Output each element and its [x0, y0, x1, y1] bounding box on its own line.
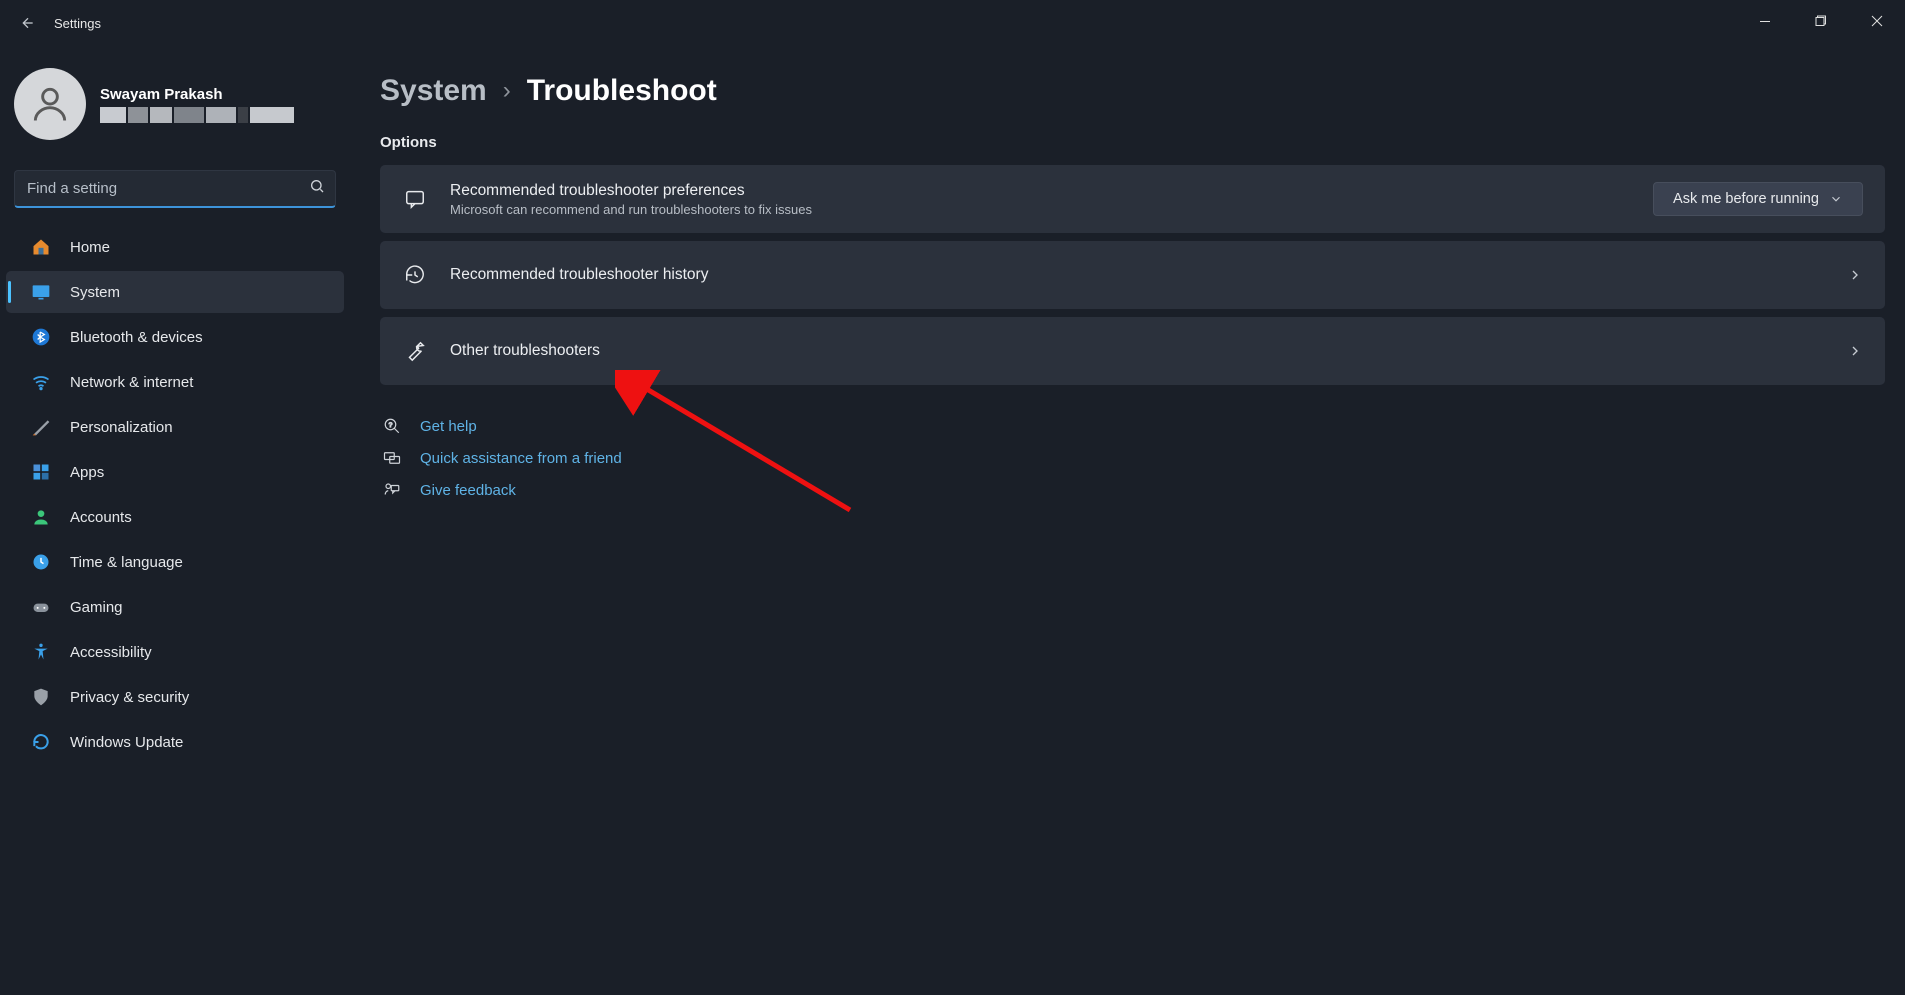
profile-name: Swayam Prakash: [100, 86, 294, 103]
nav-label: Bluetooth & devices: [70, 329, 203, 346]
wrench-icon: [402, 338, 428, 364]
titlebar: Settings: [0, 0, 1905, 46]
nav-network[interactable]: Network & internet: [6, 361, 344, 403]
maximize-icon: [1815, 15, 1827, 27]
main-content: System › Troubleshoot Options Recommende…: [350, 46, 1905, 995]
card-subtitle: Microsoft can recommend and run troubles…: [450, 202, 812, 217]
card-title: Recommended troubleshooter history: [450, 266, 708, 284]
options-list: Recommended troubleshooter preferences M…: [380, 165, 1885, 385]
brush-icon: [30, 416, 52, 438]
section-heading: Options: [380, 134, 1885, 151]
link-feedback[interactable]: Give feedback: [380, 481, 1885, 499]
nav-system[interactable]: System: [6, 271, 344, 313]
profile-email-redacted: [100, 107, 294, 123]
nav-label: Windows Update: [70, 734, 183, 751]
nav-privacy[interactable]: Privacy & security: [6, 676, 344, 718]
nav-label: Accounts: [70, 509, 132, 526]
breadcrumb-separator-icon: ›: [503, 77, 511, 105]
home-icon: [30, 236, 52, 258]
breadcrumb: System › Troubleshoot: [380, 74, 1885, 108]
nav-label: Accessibility: [70, 644, 152, 661]
card-other-troubleshooters[interactable]: Other troubleshooters: [380, 317, 1885, 385]
nav-label: Time & language: [70, 554, 183, 571]
minimize-button[interactable]: [1737, 1, 1793, 41]
nav-gaming[interactable]: Gaming: [6, 586, 344, 628]
card-troubleshooter-prefs[interactable]: Recommended troubleshooter preferences M…: [380, 165, 1885, 233]
card-right: [1847, 267, 1863, 283]
clock-icon: [30, 551, 52, 573]
message-icon: [402, 186, 428, 212]
wifi-icon: [30, 371, 52, 393]
link-label: Give feedback: [420, 482, 516, 499]
accounts-icon: [30, 506, 52, 528]
nav-personalization[interactable]: Personalization: [6, 406, 344, 448]
prefs-dropdown[interactable]: Ask me before running: [1653, 182, 1863, 216]
minimize-icon: [1759, 15, 1771, 27]
link-label: Get help: [420, 418, 477, 435]
person-icon: [28, 82, 72, 126]
svg-text:?: ?: [389, 422, 393, 429]
app-layout: Swayam Prakash Home: [0, 46, 1905, 995]
card-right: Ask me before running: [1653, 182, 1863, 216]
arrow-left-icon: [20, 15, 36, 31]
screens-icon: [380, 449, 404, 467]
update-icon: [30, 731, 52, 753]
chevron-right-icon: [1847, 343, 1863, 359]
nav-label: Privacy & security: [70, 689, 189, 706]
link-get-help[interactable]: ? Get help: [380, 417, 1885, 435]
gaming-icon: [30, 596, 52, 618]
back-button[interactable]: [8, 3, 48, 43]
card-right: [1847, 343, 1863, 359]
nav-label: Apps: [70, 464, 104, 481]
dropdown-value: Ask me before running: [1673, 191, 1819, 207]
help-links: ? Get help Quick assistance from a frien…: [380, 417, 1885, 499]
profile-block[interactable]: Swayam Prakash: [0, 60, 350, 148]
link-quick-assist[interactable]: Quick assistance from a friend: [380, 449, 1885, 467]
chevron-down-icon: [1829, 192, 1843, 206]
breadcrumb-current: Troubleshoot: [527, 74, 717, 108]
nav-home[interactable]: Home: [6, 226, 344, 268]
system-icon: [30, 281, 52, 303]
link-label: Quick assistance from a friend: [420, 450, 622, 467]
profile-info: Swayam Prakash: [100, 86, 294, 123]
breadcrumb-parent[interactable]: System: [380, 74, 487, 108]
feedback-icon: [380, 481, 404, 499]
nav-label: Gaming: [70, 599, 123, 616]
history-icon: [402, 262, 428, 288]
nav-time[interactable]: Time & language: [6, 541, 344, 583]
nav-list: Home System Bluetooth & devices Network …: [0, 226, 350, 763]
accessibility-icon: [30, 641, 52, 663]
window-controls: [1737, 5, 1905, 41]
nav-label: Home: [70, 239, 110, 256]
search-input[interactable]: [27, 180, 309, 197]
close-icon: [1871, 15, 1883, 27]
nav-apps[interactable]: Apps: [6, 451, 344, 493]
avatar: [14, 68, 86, 140]
nav-accounts[interactable]: Accounts: [6, 496, 344, 538]
card-text: Recommended troubleshooter preferences M…: [450, 182, 812, 217]
nav-label: Network & internet: [70, 374, 193, 391]
close-button[interactable]: [1849, 1, 1905, 41]
nav-accessibility[interactable]: Accessibility: [6, 631, 344, 673]
sidebar: Swayam Prakash Home: [0, 46, 350, 995]
bluetooth-icon: [30, 326, 52, 348]
search-box[interactable]: [14, 170, 336, 208]
apps-icon: [30, 461, 52, 483]
search-icon: [309, 178, 325, 199]
nav-bluetooth[interactable]: Bluetooth & devices: [6, 316, 344, 358]
chevron-right-icon: [1847, 267, 1863, 283]
nav-label: Personalization: [70, 419, 173, 436]
nav-label: System: [70, 284, 120, 301]
card-troubleshooter-history[interactable]: Recommended troubleshooter history: [380, 241, 1885, 309]
help-icon: ?: [380, 417, 404, 435]
maximize-button[interactable]: [1793, 1, 1849, 41]
shield-icon: [30, 686, 52, 708]
nav-update[interactable]: Windows Update: [6, 721, 344, 763]
window-title: Settings: [54, 16, 101, 31]
card-title: Other troubleshooters: [450, 342, 600, 360]
card-title: Recommended troubleshooter preferences: [450, 182, 812, 200]
